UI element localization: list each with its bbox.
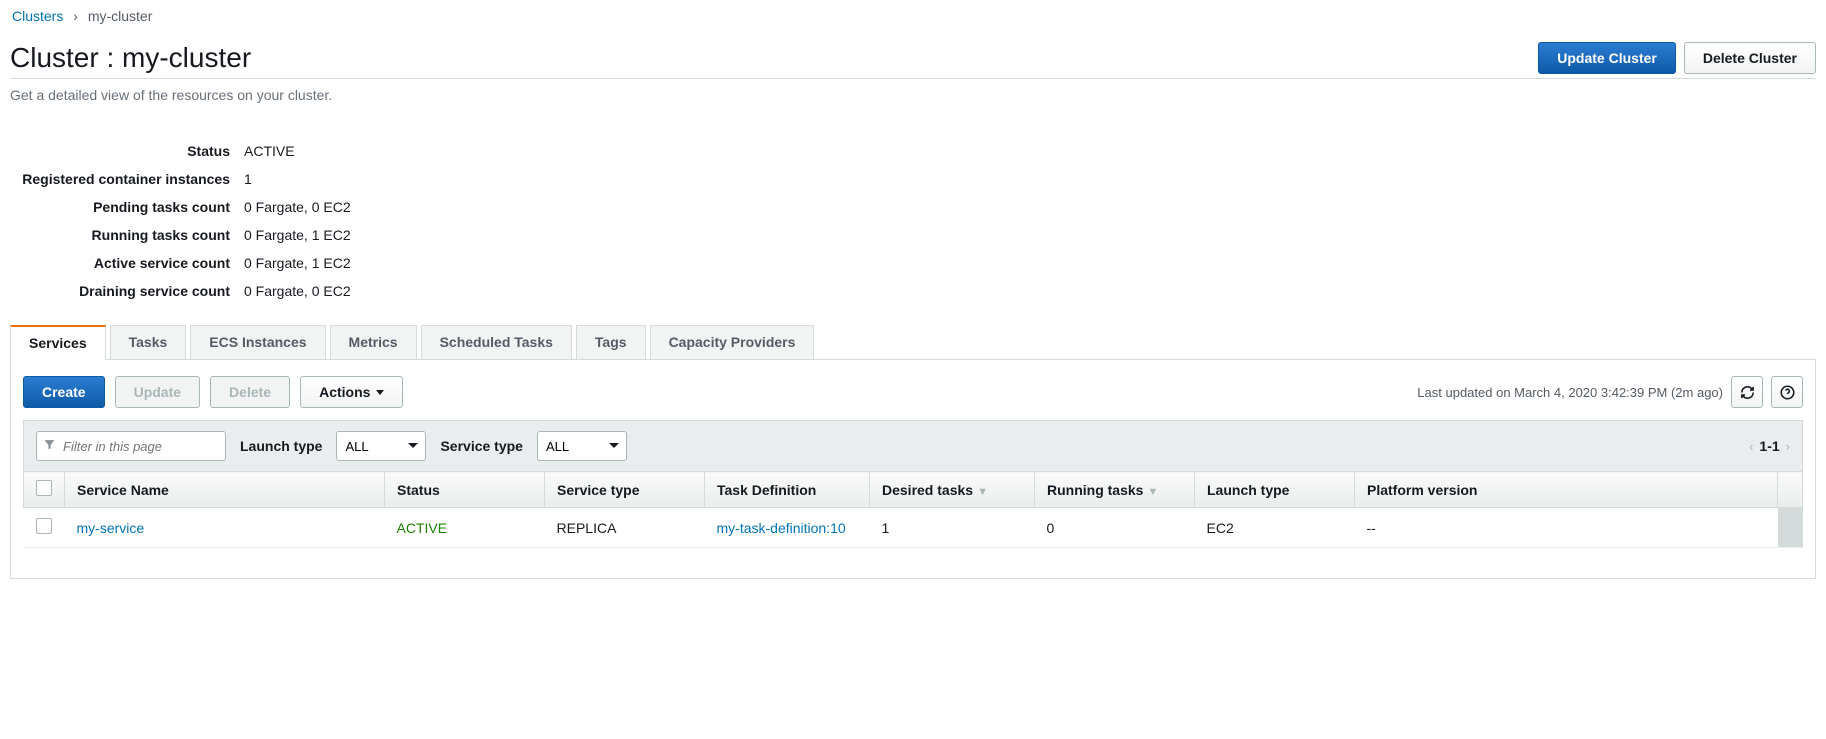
actions-button[interactable]: Actions (300, 376, 403, 408)
tab-metrics[interactable]: Metrics (330, 325, 417, 359)
tabs: Services Tasks ECS Instances Metrics Sch… (10, 325, 1816, 360)
running-tasks-value: 0 Fargate, 1 EC2 (244, 227, 1816, 243)
sort-caret-icon: ▼ (1147, 486, 1158, 498)
registered-instances-value: 1 (244, 171, 1816, 187)
pager-prev[interactable]: ‹ (1749, 439, 1753, 454)
breadcrumb-root[interactable]: Clusters (12, 8, 63, 24)
row-status: ACTIVE (385, 508, 545, 548)
pager-count: 1-1 (1759, 438, 1779, 454)
draining-service-value: 0 Fargate, 0 EC2 (244, 283, 1816, 299)
update-button[interactable]: Update (115, 376, 200, 408)
filter-input-wrap (36, 431, 226, 461)
service-type-label: Service type (440, 438, 523, 454)
sort-caret-icon: ▼ (977, 486, 988, 498)
row-service-type: REPLICA (545, 508, 705, 548)
running-tasks-label: Running tasks count (14, 227, 244, 243)
pager: ‹ 1-1 › (1749, 438, 1790, 454)
pending-tasks-value: 0 Fargate, 0 EC2 (244, 199, 1816, 215)
page-subtitle: Get a detailed view of the resources on … (10, 87, 1816, 103)
row-desired: 1 (870, 508, 1035, 548)
help-button[interactable] (1771, 376, 1803, 408)
services-panel: Create Update Delete Actions Last update… (10, 360, 1816, 579)
tab-tasks[interactable]: Tasks (110, 325, 187, 359)
row-running: 0 (1035, 508, 1195, 548)
help-icon (1780, 385, 1795, 400)
caret-down-icon (376, 390, 384, 395)
pending-tasks-label: Pending tasks count (14, 199, 244, 215)
row-launch-type: EC2 (1195, 508, 1355, 548)
launch-type-label: Launch type (240, 438, 322, 454)
breadcrumb-separator: › (73, 8, 78, 24)
active-service-label: Active service count (14, 255, 244, 271)
col-status[interactable]: Status (385, 472, 545, 508)
services-table: Service Name Status Service type Task De… (23, 471, 1803, 548)
filter-icon (43, 438, 56, 454)
registered-instances-label: Registered container instances (14, 171, 244, 187)
refresh-button[interactable] (1731, 376, 1763, 408)
launch-type-select[interactable]: ALL (336, 431, 426, 461)
services-toolbar: Create Update Delete Actions Last update… (23, 376, 1803, 408)
active-service-value: 0 Fargate, 1 EC2 (244, 255, 1816, 271)
filter-input[interactable] (36, 431, 226, 461)
delete-cluster-button[interactable]: Delete Cluster (1684, 42, 1816, 74)
col-platform-version[interactable]: Platform version (1355, 472, 1778, 508)
breadcrumb-current: my-cluster (88, 8, 153, 24)
tab-ecs-instances[interactable]: ECS Instances (190, 325, 325, 359)
tab-capacity-providers[interactable]: Capacity Providers (650, 325, 815, 359)
col-task-definition[interactable]: Task Definition (705, 472, 870, 508)
select-all-checkbox[interactable] (36, 480, 52, 496)
scroll-hint (1778, 472, 1803, 508)
col-service-name[interactable]: Service Name (65, 472, 385, 508)
filter-bar: Launch type ALL Service type ALL ‹ 1-1 › (23, 420, 1803, 471)
row-checkbox[interactable] (36, 518, 52, 534)
cluster-details: Status ACTIVE Registered container insta… (14, 143, 1816, 299)
tab-tags[interactable]: Tags (576, 325, 646, 359)
page-title: Cluster : my-cluster (10, 42, 1530, 74)
service-type-select[interactable]: ALL (537, 431, 627, 461)
create-button[interactable]: Create (23, 376, 105, 408)
col-running-tasks[interactable]: Running tasks▼ (1035, 472, 1195, 508)
status-value: ACTIVE (244, 143, 1816, 159)
col-service-type[interactable]: Service type (545, 472, 705, 508)
table-row[interactable]: my-service ACTIVE REPLICA my-task-defini… (24, 508, 1803, 548)
last-updated-text: Last updated on March 4, 2020 3:42:39 PM… (1417, 385, 1723, 400)
update-cluster-button[interactable]: Update Cluster (1538, 42, 1676, 74)
row-platform: -- (1355, 508, 1778, 548)
tab-scheduled-tasks[interactable]: Scheduled Tasks (421, 325, 572, 359)
scroll-hint (1778, 508, 1803, 548)
service-name-link[interactable]: my-service (77, 520, 145, 536)
status-label: Status (14, 143, 244, 159)
pager-next[interactable]: › (1786, 439, 1790, 454)
task-definition-link[interactable]: my-task-definition:10 (717, 520, 846, 536)
draining-service-label: Draining service count (14, 283, 244, 299)
refresh-icon (1740, 385, 1755, 400)
col-launch-type[interactable]: Launch type (1195, 472, 1355, 508)
delete-button[interactable]: Delete (210, 376, 290, 408)
col-desired-tasks[interactable]: Desired tasks▼ (870, 472, 1035, 508)
page-header: Cluster : my-cluster Update Cluster Dele… (10, 42, 1816, 79)
breadcrumb: Clusters › my-cluster (10, 8, 1816, 24)
actions-label: Actions (319, 384, 370, 400)
tab-services[interactable]: Services (10, 325, 106, 360)
